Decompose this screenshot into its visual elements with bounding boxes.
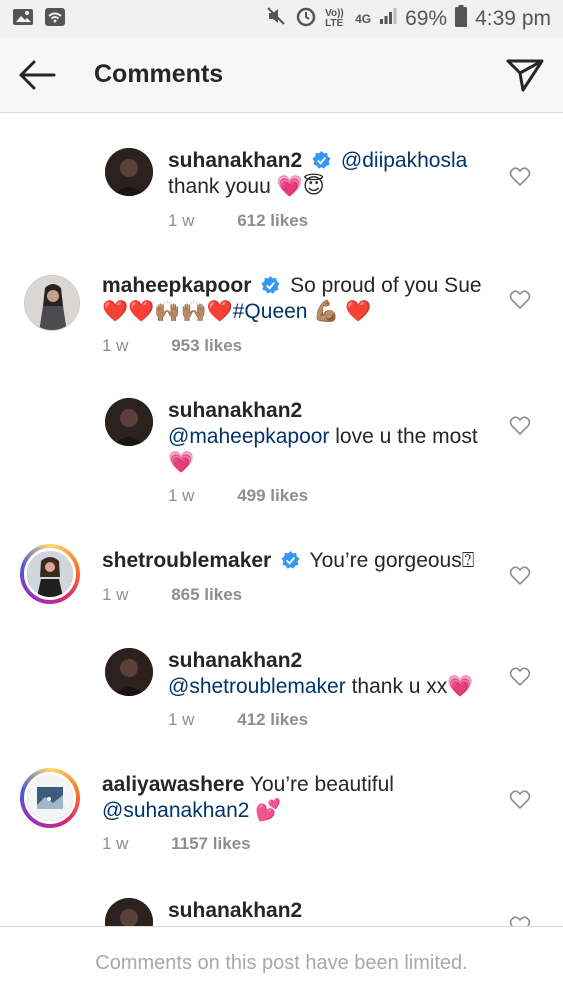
like-heart-icon[interactable]: [509, 916, 531, 926]
battery-percent: 69%: [405, 7, 448, 30]
paper-plane-icon: [506, 59, 544, 92]
comment-item: suhanakhan2 @diipakhosla thank youu 💗😇 1…: [0, 140, 563, 250]
like-heart-icon[interactable]: [509, 790, 531, 810]
signal-icon: [379, 7, 397, 31]
arrow-left-icon: [19, 60, 56, 90]
like-heart-icon[interactable]: [509, 290, 531, 310]
comment-likes[interactable]: 412 likes: [237, 710, 308, 729]
status-bar: Vo)) LTE 4G 69% 4:39 pm: [0, 0, 563, 38]
comment-meta: 1 w 612 likes: [168, 211, 308, 231]
comment-likes[interactable]: 865 likes: [171, 585, 242, 604]
comment-time: 1 w: [168, 211, 195, 230]
avatar[interactable]: [105, 148, 153, 196]
comments-header: Comments: [0, 38, 563, 113]
comment-item: suhanakhan2 @maheepkapoor love u the mos…: [0, 390, 563, 520]
comment-username[interactable]: suhanakhan2: [168, 399, 302, 422]
volte-label: Vo)) LTE: [325, 8, 344, 29]
comment-emoji-end: 💪🏽 ❤️: [313, 300, 372, 323]
avatar[interactable]: [20, 544, 80, 604]
comment-text: thank youu 💗😇: [168, 175, 325, 198]
avatar[interactable]: [24, 275, 80, 331]
comment-mention[interactable]: @diipakhosla: [341, 149, 467, 172]
like-heart-icon[interactable]: [509, 667, 531, 687]
comment-meta: 1 w 865 likes: [102, 585, 242, 605]
network-type-label: 4G: [355, 12, 372, 26]
like-heart-icon[interactable]: [509, 566, 531, 586]
comment-mention[interactable]: @suhanakhan2: [102, 799, 249, 822]
verified-badge-icon: [312, 151, 331, 169]
comment-meta: 1 w 953 likes: [102, 336, 242, 356]
comment-username[interactable]: suhanakhan2: [168, 149, 302, 172]
battery-icon: [455, 5, 468, 33]
comment-mention[interactable]: @shetroublemaker: [168, 675, 346, 698]
comment-item: suhanakhan2: [0, 890, 563, 926]
comment-text: You’re beautiful: [249, 773, 394, 796]
share-button[interactable]: [505, 56, 545, 94]
like-heart-icon[interactable]: [509, 416, 531, 436]
comment-item: suhanakhan2 @shetroublemaker thank u xx💗…: [0, 640, 563, 750]
comment-time: 1 w: [102, 585, 129, 604]
comments-limited-notice: Comments on this post have been limited.: [0, 926, 563, 1000]
clock-time: 4:39 pm: [475, 7, 551, 30]
verified-badge-icon: [281, 551, 300, 569]
avatar[interactable]: [105, 398, 153, 446]
comment-item: maheepkapoor So proud of you Sue ❤️❤️🙌🏽🙌…: [0, 265, 563, 375]
comment-username[interactable]: maheepkapoor: [102, 274, 251, 297]
comment-text: thank u xx💗: [351, 675, 474, 698]
comment-likes[interactable]: 953 likes: [171, 336, 242, 355]
comment-meta: 1 w 499 likes: [168, 486, 308, 506]
avatar[interactable]: [20, 768, 80, 828]
gallery-icon: [12, 7, 34, 32]
alarm-icon: [295, 5, 317, 33]
verified-badge-icon: [261, 276, 280, 294]
mute-icon: [265, 5, 287, 33]
comment-text: So proud of you Sue: [290, 274, 482, 297]
comment-username[interactable]: suhanakhan2: [168, 899, 302, 922]
comment-mention[interactable]: @maheepkapoor: [168, 425, 329, 448]
footer-notice-text: Comments on this post have been limited.: [95, 952, 468, 974]
comment-likes[interactable]: 499 likes: [237, 486, 308, 505]
comment-item: shetroublemaker You’re gorgeous⍰ 1 w 865…: [0, 540, 563, 630]
comment-time: 1 w: [168, 710, 195, 729]
comment-emoji: ❤️❤️🙌🏽🙌🏽❤️: [102, 300, 233, 323]
comment-text: love u the most: [335, 425, 478, 448]
like-heart-icon[interactable]: [509, 167, 531, 187]
comment-likes[interactable]: 1157 likes: [171, 834, 250, 853]
comment-emoji-end: 💕: [255, 799, 282, 822]
comment-hashtag[interactable]: #Queen: [233, 300, 308, 323]
avatar[interactable]: [105, 898, 153, 926]
avatar[interactable]: [105, 648, 153, 696]
comment-username[interactable]: suhanakhan2: [168, 649, 302, 672]
comment-time: 1 w: [102, 834, 129, 853]
comment-time: 1 w: [102, 336, 129, 355]
comment-username[interactable]: shetroublemaker: [102, 549, 271, 572]
comment-text: You’re gorgeous: [309, 549, 462, 572]
comment-emoji: 💗: [168, 451, 195, 474]
comment-time: 1 w: [168, 486, 195, 505]
comment-item: aaliyawashere You’re beautiful @suhanakh…: [0, 764, 563, 874]
wifi-icon: [44, 7, 66, 32]
comment-username[interactable]: aaliyawashere: [102, 773, 244, 796]
comment-meta: 1 w 412 likes: [168, 710, 308, 730]
comment-likes[interactable]: 612 likes: [237, 211, 308, 230]
back-button[interactable]: [16, 58, 56, 92]
missing-glyph: ⍰: [461, 549, 475, 572]
page-title: Comments: [94, 60, 224, 88]
comment-meta: 1 w 1157 likes: [102, 834, 251, 854]
